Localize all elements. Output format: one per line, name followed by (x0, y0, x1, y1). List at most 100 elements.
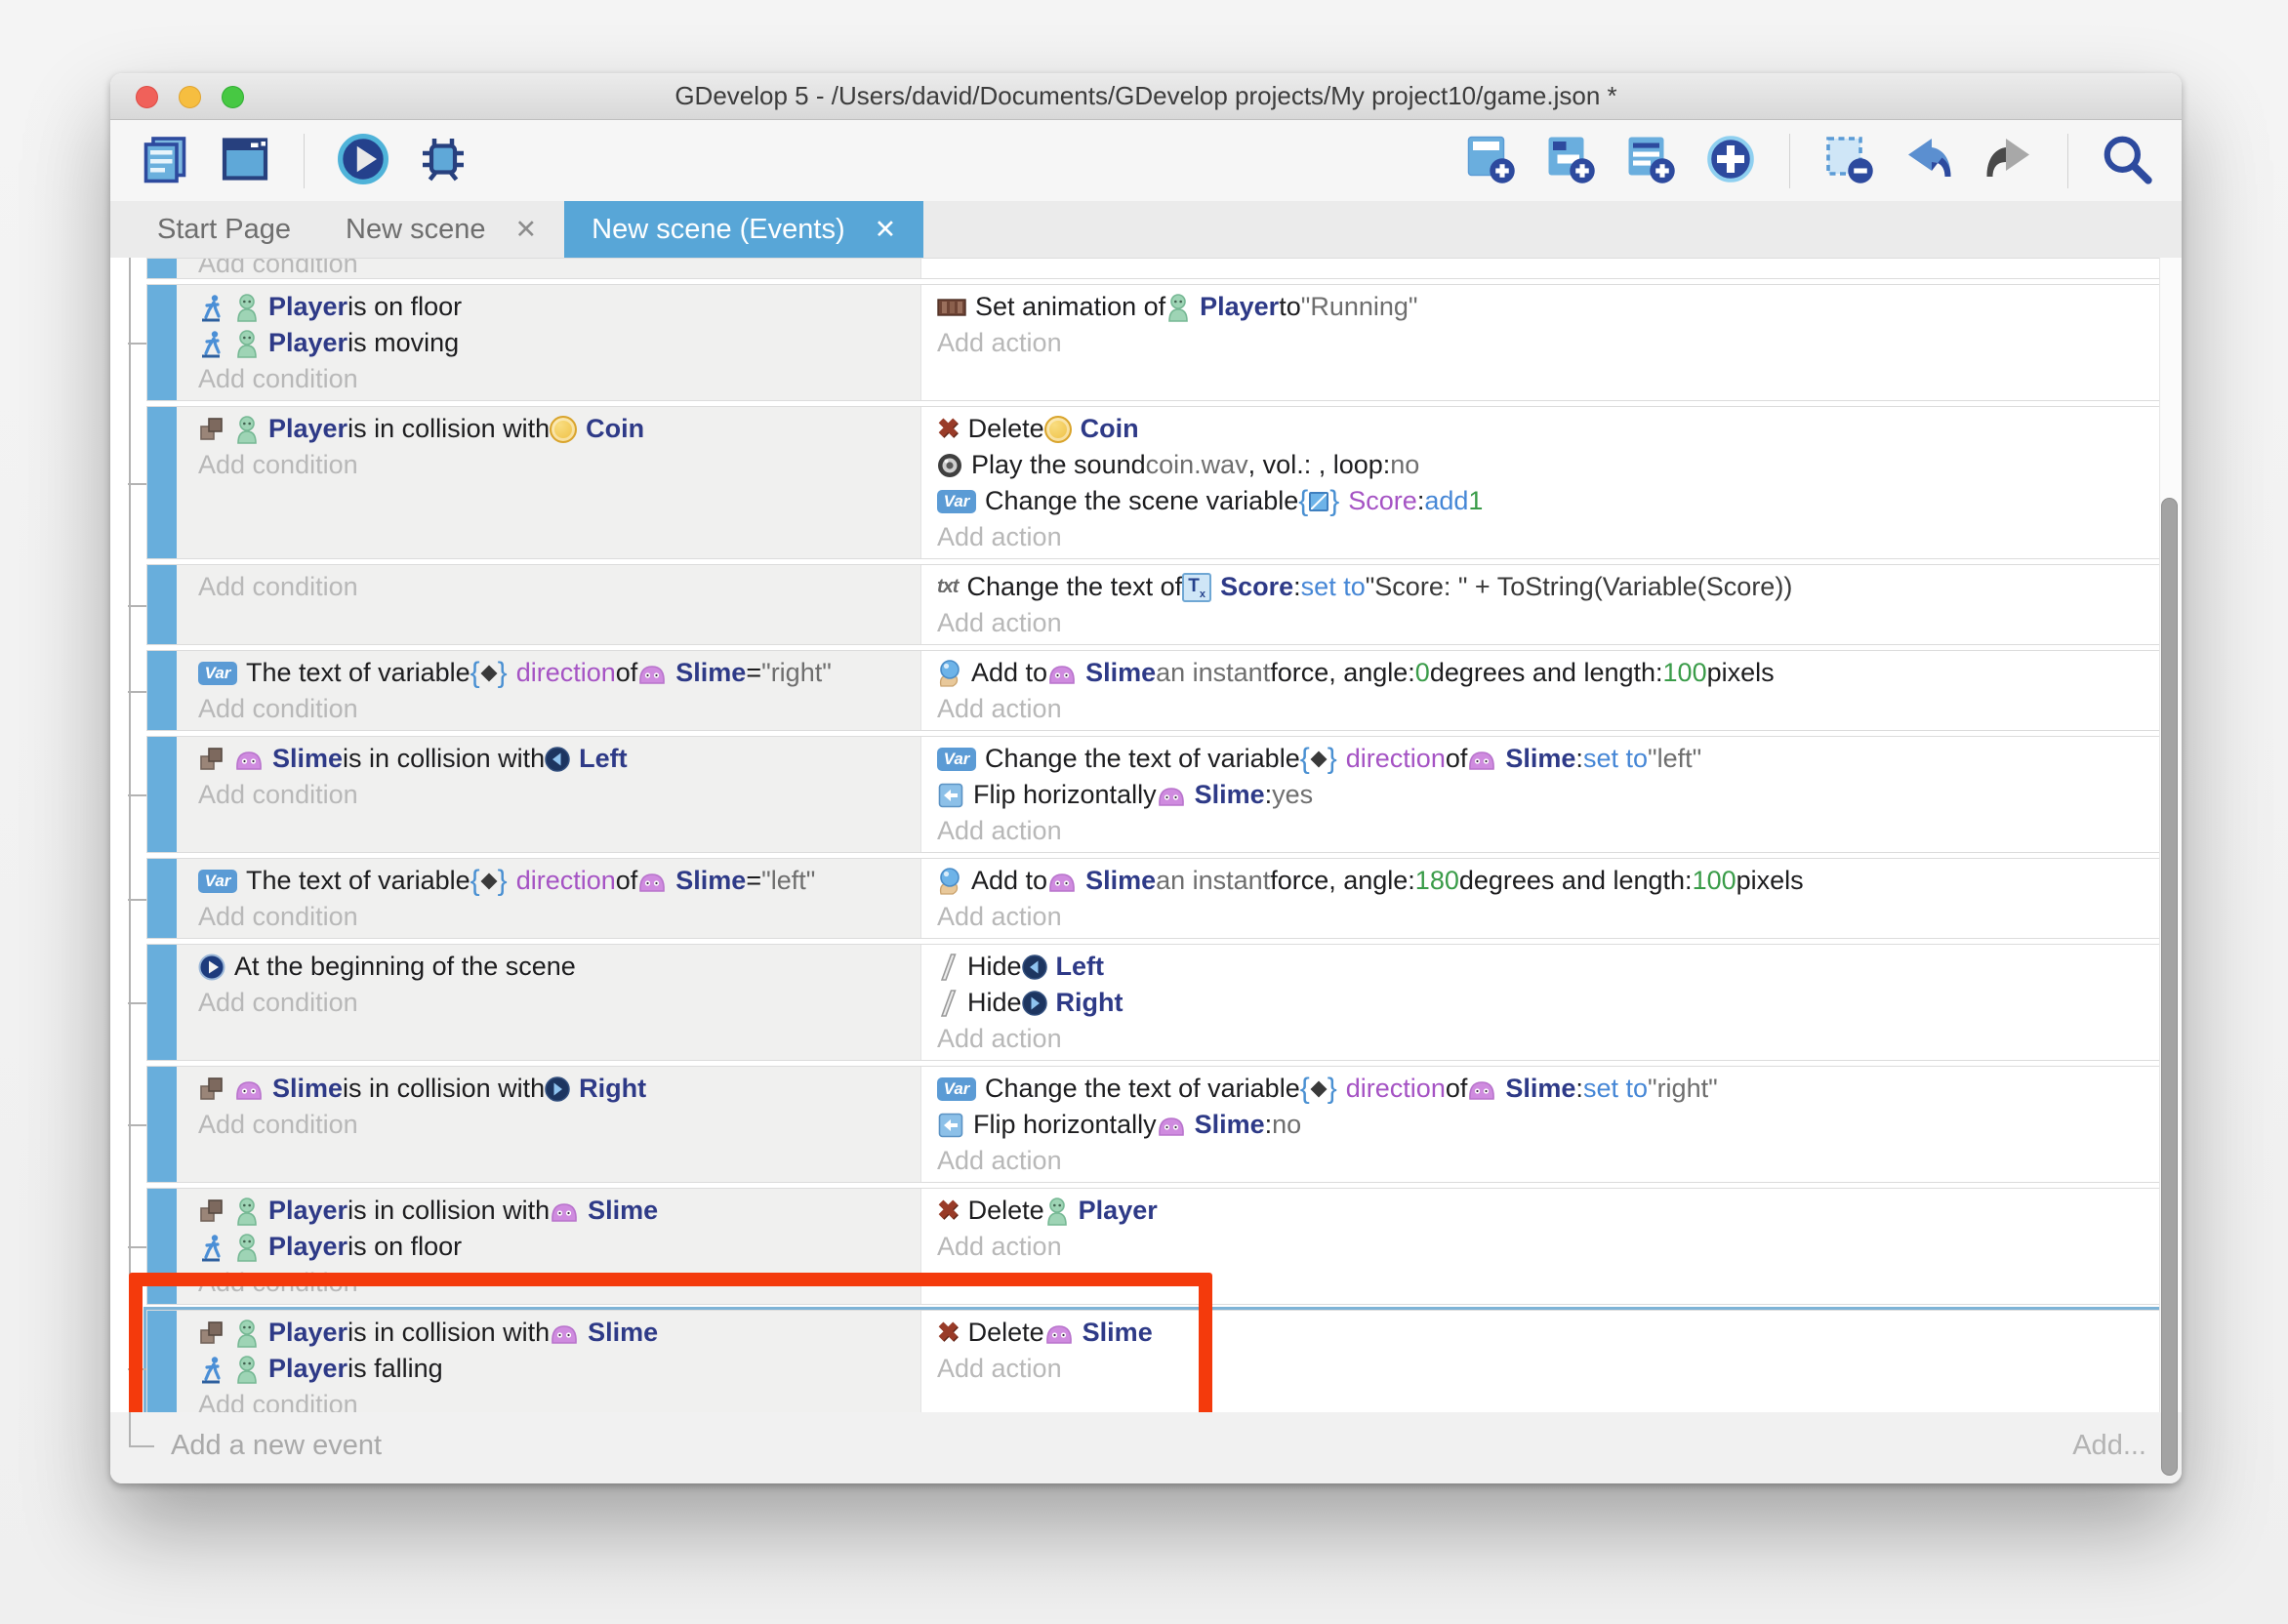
add-condition-button[interactable]: Add condition (198, 1107, 920, 1143)
conditions-cell[interactable]: VarThe text of variable {}direction of S… (177, 859, 920, 938)
event-row[interactable]: VarThe text of variable {}direction of S… (146, 650, 2160, 731)
actions-cell[interactable]: Add to Slime an instant force, angle: 18… (920, 859, 2159, 938)
add-condition-button[interactable]: Add condition (198, 447, 920, 483)
close-window-button[interactable] (136, 86, 158, 108)
condition-line[interactable]: Player is in collision with Slime (198, 1193, 920, 1229)
action-line[interactable]: Add to Slime an instant force, angle: 18… (937, 863, 2159, 899)
event-drag-bar[interactable] (147, 945, 177, 1060)
actions-cell[interactable]: Hide LeftHide RightAdd action (920, 945, 2159, 1060)
add-action-button[interactable]: Add action (937, 691, 2159, 727)
conditions-cell[interactable]: Slime is in collision with LeftAdd condi… (177, 737, 920, 852)
event-row[interactable]: Player is in collision with SlimePlayer … (146, 1310, 2160, 1412)
zoom-window-button[interactable] (222, 86, 244, 108)
action-line[interactable]: Flip horizontally Slime : yes (937, 777, 2159, 813)
tab-close-icon[interactable]: ✕ (515, 215, 538, 245)
action-line[interactable]: Add to Slime an instant force, angle: 0 … (937, 655, 2159, 691)
tab-close-icon[interactable]: ✕ (875, 215, 897, 245)
add-condition-button[interactable]: Add condition (198, 259, 920, 278)
action-line[interactable]: txtChange the text of TxScore: set to "S… (937, 569, 2159, 605)
add-comment-button[interactable] (1623, 134, 1678, 188)
action-line[interactable]: VarChange the scene variable {}Score: ad… (937, 483, 2159, 519)
action-line[interactable]: ✖Delete Player (937, 1193, 2159, 1229)
event-row[interactable]: Player is on floorPlayer is movingAdd co… (146, 284, 2160, 401)
add-action-button[interactable]: Add action (937, 813, 2159, 849)
add-action-button[interactable]: Add action (937, 899, 2159, 935)
condition-line[interactable]: Slime is in collision with Left (198, 741, 920, 777)
delete-event-button[interactable] (1821, 134, 1876, 188)
add-action-button[interactable]: Add action (937, 519, 2159, 555)
redo-button[interactable] (1982, 134, 2036, 188)
conditions-cell[interactable]: Player is in collision with SlimePlayer … (177, 1189, 920, 1304)
condition-line[interactable]: Player is in collision with Slime (198, 1315, 920, 1351)
debug-button[interactable] (416, 134, 470, 188)
event-row[interactable]: Player is in collision with SlimePlayer … (146, 1188, 2160, 1305)
event-row[interactable]: VarThe text of variable {}direction of S… (146, 858, 2160, 939)
conditions-cell[interactable]: Add condition (177, 259, 920, 278)
condition-line[interactable]: Slime is in collision with Right (198, 1071, 920, 1107)
action-line[interactable]: Set animation of Player to "Running" (937, 289, 2159, 325)
add-action-button[interactable]: Add action (937, 1351, 2159, 1387)
add-condition-button[interactable]: Add condition (198, 691, 920, 727)
conditions-cell[interactable]: Player is in collision with CoinAdd cond… (177, 407, 920, 558)
action-line[interactable]: VarChange the text of variable {}directi… (937, 741, 2159, 777)
event-row[interactable]: Player is in collision with CoinAdd cond… (146, 406, 2160, 559)
add-condition-button[interactable]: Add condition (198, 361, 920, 397)
conditions-cell[interactable]: VarThe text of variable {}direction of S… (177, 651, 920, 730)
add-more-button[interactable]: Add... (2072, 1430, 2146, 1462)
condition-line[interactable]: Player is falling (198, 1351, 920, 1387)
add-action-button[interactable]: Add action (937, 1021, 2159, 1057)
add-condition-button[interactable]: Add condition (198, 899, 920, 935)
event-row[interactable]: Slime is in collision with RightAdd cond… (146, 1066, 2160, 1183)
tab-new-scene[interactable]: New scene✕ (318, 201, 564, 259)
event-row[interactable]: Slime is in collision with LeftAdd condi… (146, 736, 2160, 853)
actions-cell[interactable]: ✖Delete CoinPlay the sound coin.wav, vol… (920, 407, 2159, 558)
actions-cell[interactable]: txtChange the text of TxScore: set to "S… (920, 565, 2159, 644)
event-row[interactable]: Add condition txtChange the text of TxSco… (146, 564, 2160, 645)
action-line[interactable]: VarChange the text of variable {}directi… (937, 1071, 2159, 1107)
action-line[interactable]: Hide Left (937, 949, 2159, 985)
add-condition-button[interactable]: Add condition (198, 1387, 920, 1412)
condition-line[interactable]: Player is moving (198, 325, 920, 361)
conditions-cell[interactable]: Player is on floorPlayer is movingAdd co… (177, 285, 920, 400)
event-drag-bar[interactable] (147, 285, 177, 400)
add-condition-button[interactable]: Add condition (198, 777, 920, 813)
actions-cell[interactable]: VarChange the text of variable {}directi… (920, 1067, 2159, 1182)
add-action-button[interactable]: Add action (937, 605, 2159, 641)
event-drag-bar[interactable] (147, 737, 177, 852)
actions-cell[interactable]: ✖Delete SlimeAdd action (920, 1311, 2159, 1412)
condition-line[interactable]: Player is on floor (198, 289, 920, 325)
condition-line[interactable]: Player is on floor (198, 1229, 920, 1265)
action-line[interactable]: Flip horizontally Slime : no (937, 1107, 2159, 1143)
minimize-window-button[interactable] (179, 86, 201, 108)
actions-cell[interactable]: Set animation of Player to "Running"Add … (920, 285, 2159, 400)
add-action-button[interactable]: Add action (937, 325, 2159, 361)
actions-cell[interactable]: Add to Slime an instant force, angle: 0 … (920, 651, 2159, 730)
action-line[interactable]: Hide Right (937, 985, 2159, 1021)
add-subevent-button[interactable] (1543, 134, 1598, 188)
add-action-button[interactable]: Add action (937, 1229, 2159, 1265)
conditions-cell[interactable]: Slime is in collision with RightAdd cond… (177, 1067, 920, 1182)
add-condition-button[interactable]: Add condition (198, 1265, 920, 1301)
search-button[interactable] (2100, 134, 2154, 188)
add-action-button[interactable]: Add action (937, 1143, 2159, 1179)
event-drag-bar[interactable] (147, 859, 177, 938)
actions-cell[interactable]: ✖Delete PlayerAdd action (920, 1189, 2159, 1304)
condition-line[interactable]: At the beginning of the scene (198, 949, 920, 985)
event-drag-bar[interactable] (147, 1189, 177, 1304)
action-line[interactable]: Play the sound coin.wav, vol.: , loop: n… (937, 447, 2159, 483)
action-line[interactable]: ✖Delete Coin (937, 411, 2159, 447)
event-drag-bar[interactable] (147, 259, 177, 278)
add-condition-button[interactable]: Add condition (198, 569, 920, 605)
action-line[interactable]: ✖Delete Slime (937, 1315, 2159, 1351)
condition-line[interactable]: VarThe text of variable {}direction of S… (198, 655, 920, 691)
add-event-button[interactable] (1463, 134, 1518, 188)
event-row[interactable]: At the beginning of the sceneAdd conditi… (146, 944, 2160, 1061)
scrollbar-thumb[interactable] (2161, 498, 2178, 1476)
preview-play-button[interactable] (336, 134, 390, 188)
event-row[interactable]: Add condition (146, 258, 2160, 279)
conditions-cell[interactable]: At the beginning of the sceneAdd conditi… (177, 945, 920, 1060)
scene-editor-button[interactable] (218, 134, 272, 188)
event-drag-bar[interactable] (147, 407, 177, 558)
event-drag-bar[interactable] (147, 565, 177, 644)
tab-new-scene-events-[interactable]: New scene (Events)✕ (564, 201, 923, 259)
